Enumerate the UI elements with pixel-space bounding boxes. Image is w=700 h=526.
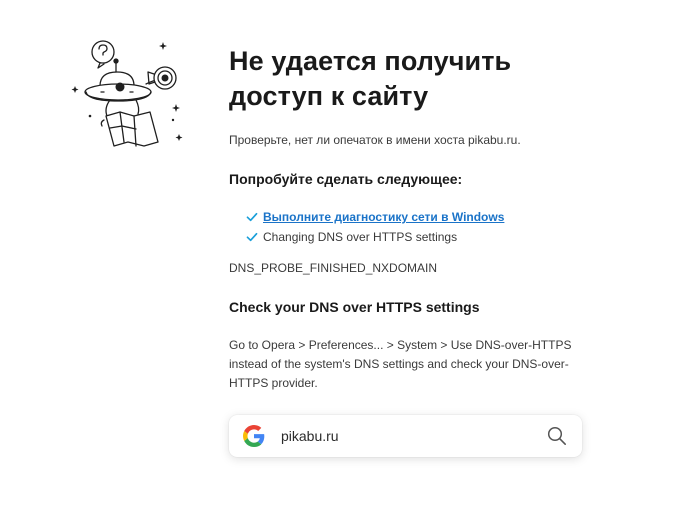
suggestions-list: Выполните диагностику сети в Windows Cha… <box>229 207 589 247</box>
search-box <box>229 415 582 457</box>
magnifier-icon <box>547 426 567 446</box>
suggestion-item-dns: Changing DNS over HTTPS settings <box>246 227 589 247</box>
google-icon <box>243 425 265 447</box>
check-icon <box>246 232 258 242</box>
network-diagnostics-link[interactable]: Выполните диагностику сети в Windows <box>263 209 504 225</box>
dns-settings-heading: Check your DNS over HTTPS settings <box>229 299 480 315</box>
page-title: Не удается получить доступ к сайту <box>229 46 512 111</box>
hostname-hint: Проверьте, нет ли опечаток в имени хоста… <box>229 133 521 147</box>
suggestion-label: Changing DNS over HTTPS settings <box>263 230 458 244</box>
error-content: Не удается получить доступ к сайту Прове… <box>229 44 589 393</box>
error-illustration <box>71 40 183 147</box>
dns-settings-instructions: Go to Opera > Preferences... > System > … <box>229 338 572 390</box>
check-icon <box>246 212 258 222</box>
suggestion-item-diagnostics: Выполните диагностику сети в Windows <box>246 207 589 227</box>
search-button[interactable] <box>546 425 568 447</box>
search-input[interactable] <box>281 424 546 448</box>
error-code: DNS_PROBE_FINISHED_NXDOMAIN <box>229 261 438 275</box>
suggestions-heading: Попробуйте сделать следующее: <box>229 171 463 187</box>
